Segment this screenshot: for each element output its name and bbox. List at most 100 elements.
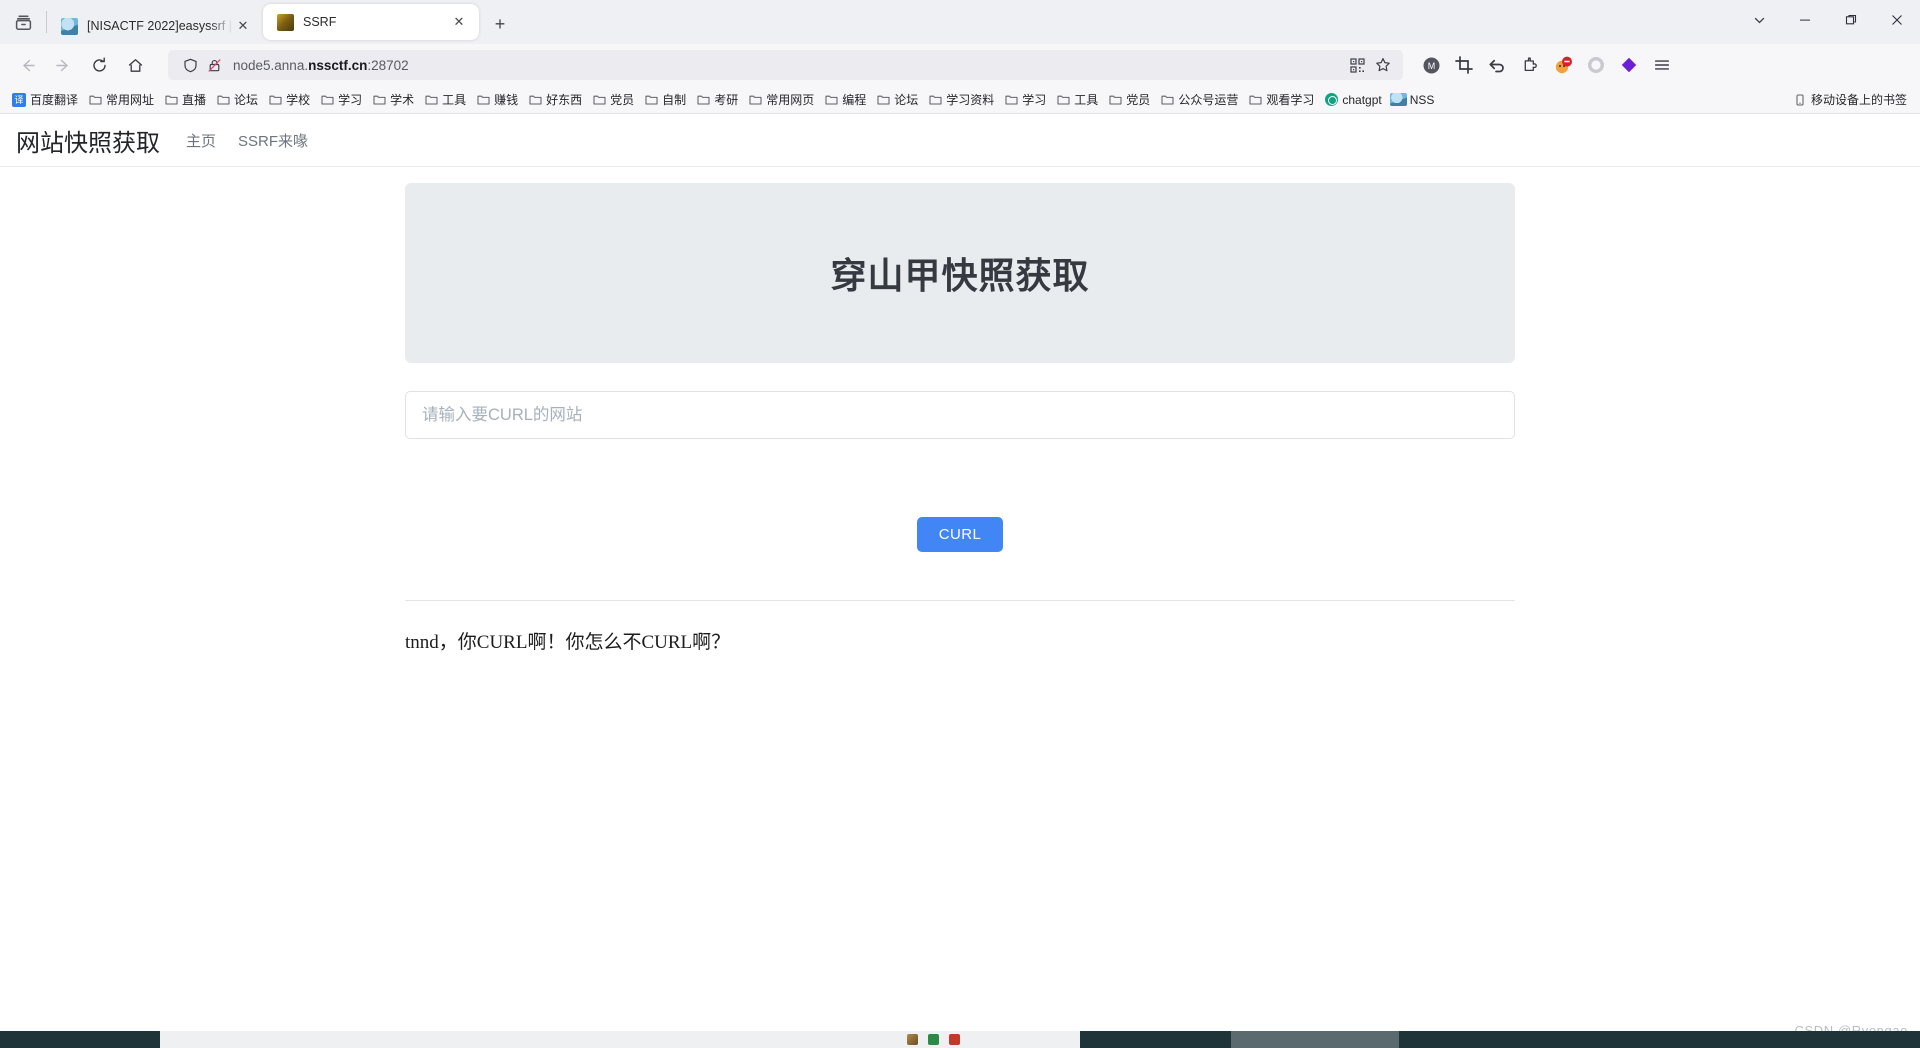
bookmark-label: chatgpt (1342, 92, 1382, 107)
bookmark-folder-haodongxi[interactable]: 好东西 (523, 89, 587, 111)
bookmark-folder-xuexiziliao[interactable]: 学习资料 (923, 89, 999, 111)
tab-close-icon[interactable]: ✕ (449, 12, 469, 32)
folder-icon (1248, 93, 1262, 107)
shield-icon[interactable] (178, 53, 202, 77)
bookmark-folder-xuexi-2[interactable]: 学习 (999, 89, 1051, 111)
minimize-icon[interactable] (1782, 0, 1828, 40)
bookmark-folder-changyongwangye[interactable]: 常用网页 (743, 89, 819, 111)
folder-icon (876, 93, 890, 107)
bookmark-folder-dangyuan-2[interactable]: 党员 (1103, 89, 1155, 111)
collections-icon[interactable] (0, 0, 46, 44)
circle-extension-icon[interactable] (1580, 49, 1612, 81)
maximize-icon[interactable] (1828, 0, 1874, 40)
reload-icon[interactable] (82, 49, 116, 81)
browser-menu-icon[interactable] (1646, 49, 1678, 81)
folder-icon (592, 93, 606, 107)
hero-title: 穿山甲快照获取 (830, 255, 1090, 296)
tab-title: SSRF (303, 15, 337, 29)
phone-icon (1793, 93, 1807, 107)
bookmark-label: 学习 (338, 93, 363, 107)
folder-icon (696, 93, 710, 107)
tab-search-chevron-icon[interactable] (1736, 0, 1782, 40)
bookmark-folder-zizhi[interactable]: 自制 (639, 89, 691, 111)
bookmark-label: 考研 (714, 93, 739, 107)
bookmark-folder-luntan-1[interactable]: 论坛 (211, 89, 263, 111)
folder-icon (424, 93, 438, 107)
bookmark-folder-luntan-2[interactable]: 论坛 (871, 89, 923, 111)
bookmark-folder-xueshu[interactable]: 学术 (367, 89, 419, 111)
site-nav-links: 主页 SSRF来喙 (186, 130, 308, 151)
bookmark-folder-zhuanqian[interactable]: 赚钱 (471, 89, 523, 111)
bookmark-nss[interactable]: NSS (1387, 89, 1440, 111)
puzzle-extension-icon[interactable] (1514, 49, 1546, 81)
nav-link-ssrf[interactable]: SSRF来喙 (238, 130, 308, 151)
bookmark-label: 工具 (442, 93, 467, 107)
address-bar: node5.anna.nssctf.cn:28702 M (0, 44, 1920, 86)
tab-close-icon[interactable]: ✕ (233, 16, 253, 36)
taskbar-right-region (1080, 1031, 1920, 1048)
home-icon[interactable] (118, 49, 152, 81)
bookmark-label: 论坛 (234, 93, 259, 107)
bookmark-folder-gongju-2[interactable]: 工具 (1051, 89, 1103, 111)
adblock-extension-icon[interactable] (1547, 49, 1579, 81)
curl-submit-button[interactable]: CURL (916, 517, 1004, 552)
nss-favicon (61, 17, 78, 35)
bookmark-folder-zhibo[interactable]: 直播 (159, 89, 211, 111)
page-content: 穿山甲快照获取 CURL tnnd，你CURL啊！你怎么不CURL啊？ (0, 167, 1920, 654)
folder-icon (476, 93, 490, 107)
tab-ssrf[interactable]: SSRF ✕ (263, 4, 479, 40)
bookmark-label: 学术 (390, 93, 415, 107)
bookmark-folder-gongzhonghaoyunying[interactable]: 公众号运营 (1155, 89, 1243, 111)
bookmark-label: 百度翻译 (30, 93, 79, 107)
folder-icon (928, 93, 942, 107)
svg-text:M: M (1427, 61, 1435, 71)
bookmark-folder-xuexiao[interactable]: 学校 (263, 89, 315, 111)
bookmark-label: 编程 (842, 93, 867, 107)
bookmark-label: 常用网页 (766, 93, 815, 107)
bookmark-label: 党员 (1126, 93, 1151, 107)
metamask-extension-icon[interactable]: M (1415, 49, 1447, 81)
bookmark-label: 好东西 (546, 93, 583, 107)
diamond-extension-icon[interactable] (1613, 49, 1645, 81)
bookmark-label: 自制 (662, 93, 687, 107)
forward-icon[interactable] (46, 49, 80, 81)
bookmark-folder-changyongwangzhi[interactable]: 常用网址 (83, 89, 159, 111)
bookmark-mobile-devices[interactable]: 移动设备上的书签 (1788, 89, 1912, 111)
taskbar-icon-a (907, 1034, 918, 1045)
lock-crossed-icon[interactable] (202, 53, 226, 77)
curl-url-input[interactable] (405, 391, 1515, 439)
site-navbar: 网站快照获取 主页 SSRF来喙 (0, 114, 1920, 167)
bookmark-label: 党员 (610, 93, 635, 107)
bookmark-folder-xuexi-1[interactable]: 学习 (315, 89, 367, 111)
undo-extension-icon[interactable] (1481, 49, 1513, 81)
bookmark-label: 学习 (1022, 93, 1047, 107)
crop-capture-extension-icon[interactable] (1448, 49, 1480, 81)
bookmark-label: 工具 (1074, 93, 1099, 107)
hero-banner: 穿山甲快照获取 (405, 183, 1515, 363)
bookmark-label: 学校 (286, 93, 311, 107)
folder-icon (268, 93, 282, 107)
folder-icon (1004, 93, 1018, 107)
back-icon[interactable] (10, 49, 44, 81)
new-tab-button[interactable]: + (485, 9, 515, 39)
bookmark-baidu-translate[interactable]: 译 百度翻译 (7, 89, 83, 111)
bookmark-label: 学习资料 (946, 93, 995, 107)
result-message: tnnd，你CURL啊！你怎么不CURL啊？ (405, 632, 731, 653)
bookmark-folder-kaoyan[interactable]: 考研 (691, 89, 743, 111)
tab-nisactf-easyssrf[interactable]: [NISACTF 2022]easyssrf | NSS ✕ (47, 8, 263, 44)
bookmark-folder-biancheng[interactable]: 编程 (819, 89, 871, 111)
bookmark-chatgpt[interactable]: chatgpt (1319, 89, 1386, 111)
qr-code-icon[interactable] (1345, 53, 1369, 77)
folder-icon (1108, 93, 1122, 107)
folder-icon (1160, 93, 1174, 107)
close-window-icon[interactable] (1874, 0, 1920, 40)
os-taskbar (0, 1031, 1920, 1048)
bookmarks-bar: 译 百度翻译 常用网址 直播 论坛 学校 学习 学术 工具 赚钱 好东西 党员 … (0, 86, 1920, 114)
nav-link-home[interactable]: 主页 (186, 130, 216, 151)
star-bookmark-icon[interactable] (1371, 53, 1395, 77)
url-input[interactable]: node5.anna.nssctf.cn:28702 (168, 50, 1403, 80)
bookmark-folder-gongju-1[interactable]: 工具 (419, 89, 471, 111)
tab-title: [NISACTF 2022]easyssrf | NSS (87, 19, 233, 33)
bookmark-folder-guankanxuexi[interactable]: 观看学习 (1243, 89, 1319, 111)
bookmark-folder-dangyuan-1[interactable]: 党员 (587, 89, 639, 111)
